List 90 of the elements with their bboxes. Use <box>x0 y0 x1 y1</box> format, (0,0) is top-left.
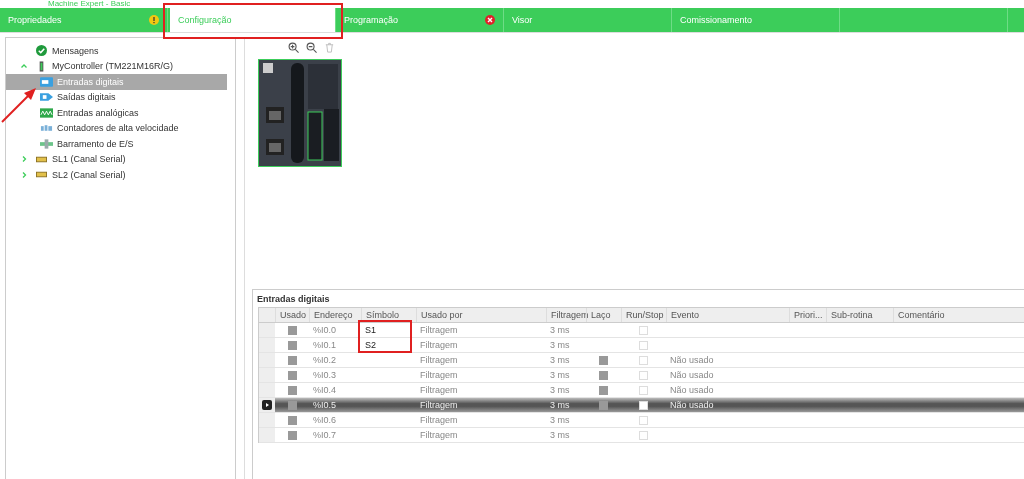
table-row[interactable]: %I0.7 Filtragem 3 ms <box>259 428 1024 443</box>
checkbox[interactable] <box>639 355 648 365</box>
table-cell: Não usado <box>670 370 714 380</box>
table-row[interactable]: %I0.2 Filtragem 3 ms Não usado <box>259 353 1024 368</box>
tree-label: Entradas digitais <box>57 76 124 87</box>
column-header[interactable]: Sub-rotina <box>826 308 893 322</box>
column-header[interactable]: Símbolo <box>361 308 416 322</box>
table-cell: 3 ms <box>550 370 570 380</box>
checkbox[interactable] <box>639 430 648 440</box>
table-row[interactable]: %I0.3 Filtragem 3 ms Não usado <box>259 368 1024 383</box>
annotation-frame <box>358 320 412 353</box>
tree-item[interactable]: Saídas digitais <box>6 89 227 105</box>
table-cell: 3 ms <box>550 355 570 365</box>
column-header[interactable]: Usado <box>275 308 309 322</box>
tree-label: SL2 (Canal Serial) <box>52 169 126 180</box>
table-cell: %I0.4 <box>313 385 336 395</box>
column-header[interactable]: Filtragem <box>546 308 586 322</box>
trash-icon[interactable] <box>324 41 335 53</box>
table-cell: %I0.2 <box>313 355 336 365</box>
table-row[interactable]: %I0.1 S2 Filtragem 3 ms <box>259 338 1024 353</box>
digital-input-icon <box>40 76 53 87</box>
tree-item[interactable]: SL2 (Canal Serial) <box>6 167 235 183</box>
table-cell: Filtragem <box>420 430 458 440</box>
tree-label: Saídas digitais <box>57 92 116 103</box>
table-row[interactable]: %I0.5 Filtragem 3 ms Não usado <box>259 398 1024 413</box>
table-cell: %I0.0 <box>313 325 336 335</box>
table-cell: Filtragem <box>420 400 458 410</box>
table-cell: 3 ms <box>550 430 570 440</box>
row-pointer-icon <box>262 400 272 410</box>
check-circle-icon <box>36 45 47 57</box>
table-cell: Filtragem <box>420 325 458 335</box>
column-header[interactable]: Usado por <box>416 308 546 322</box>
table-cell: 3 ms <box>550 400 570 410</box>
tree-item[interactable]: Barramento de E/S <box>6 136 227 152</box>
table-cell: S1 <box>365 325 376 335</box>
expand-chevron-icon[interactable] <box>20 155 28 164</box>
tree-label: MyController (TM221M16R/G) <box>52 61 174 72</box>
error-icon <box>485 15 495 25</box>
checkbox[interactable] <box>639 385 648 395</box>
tree-label: Contadores de alta velocidade <box>57 123 179 134</box>
tree-label: Mensagens <box>52 45 99 56</box>
table-cell: Filtragem <box>420 385 458 395</box>
table-cell: Não usado <box>670 400 714 410</box>
table-cell: 3 ms <box>550 385 570 395</box>
table-cell: Filtragem <box>420 370 458 380</box>
checkbox[interactable] <box>639 400 648 410</box>
panel-title: Entradas digitais <box>256 293 331 306</box>
column-header[interactable]: Priori... <box>789 308 826 322</box>
counter-icon <box>40 123 53 134</box>
column-header[interactable]: Comentário <box>893 308 1024 322</box>
table-cell: Filtragem <box>420 355 458 365</box>
zoom-in-icon[interactable] <box>288 41 299 53</box>
table-cell: 3 ms <box>550 340 570 350</box>
checkbox[interactable] <box>639 370 648 380</box>
table-cell: 3 ms <box>550 325 570 335</box>
warning-icon <box>149 15 159 25</box>
table-cell: Filtragem <box>420 415 458 425</box>
table-cell: Filtragem <box>420 340 458 350</box>
bus-icon <box>40 138 53 149</box>
table-cell: S2 <box>365 340 376 350</box>
table-cell: %I0.3 <box>313 370 336 380</box>
tree-item[interactable]: SL1 (Canal Serial) <box>6 151 235 167</box>
zoom-out-icon[interactable] <box>306 41 317 53</box>
table-cell: %I0.7 <box>313 430 336 440</box>
window-title: Machine Expert - Basic <box>48 0 131 8</box>
analog-input-icon <box>40 107 53 118</box>
table-cell: Não usado <box>670 385 714 395</box>
table-cell: 3 ms <box>550 415 570 425</box>
column-header[interactable]: Endereço <box>309 308 361 322</box>
table-cell: Não usado <box>670 355 714 365</box>
tree-item[interactable]: Contadores de alta velocidade <box>6 120 227 136</box>
tree-label: SL1 (Canal Serial) <box>52 154 126 165</box>
column-header[interactable]: Run/Stop <box>621 308 666 322</box>
expand-chevron-icon[interactable] <box>20 170 28 179</box>
table-cell: %I0.1 <box>313 340 336 350</box>
checkbox[interactable] <box>639 415 648 425</box>
tree-item[interactable]: Entradas analógicas <box>6 105 227 121</box>
digital-output-icon <box>40 92 53 103</box>
tree-label: Entradas analógicas <box>57 107 139 118</box>
column-header[interactable]: Laço <box>586 308 621 322</box>
tree-item[interactable]: MyController (TM221M16R/G) <box>6 58 235 74</box>
checkbox[interactable] <box>639 340 648 350</box>
table-cell: %I0.6 <box>313 415 336 425</box>
table-row[interactable]: %I0.6 Filtragem 3 ms <box>259 413 1024 428</box>
checkbox[interactable] <box>639 325 648 335</box>
column-header[interactable]: Evento <box>666 308 789 322</box>
tree-item[interactable]: Mensagens <box>6 43 235 59</box>
table-row[interactable]: %I0.0 S1 Filtragem 3 ms <box>259 323 1024 338</box>
table-cell: %I0.5 <box>313 400 336 410</box>
tree-label: Barramento de E/S <box>57 138 134 149</box>
